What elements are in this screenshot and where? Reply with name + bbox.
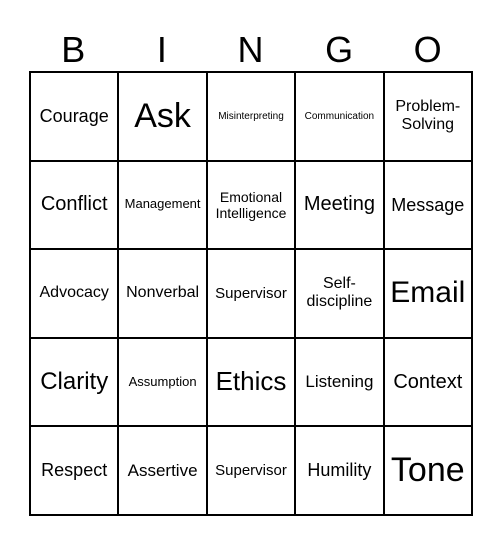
bingo-cell[interactable]: Meeting xyxy=(296,161,383,249)
bingo-cell[interactable]: Problem- Solving xyxy=(384,73,471,160)
bingo-cell[interactable]: Communication xyxy=(296,73,383,160)
bingo-cell[interactable]: Message xyxy=(384,161,471,249)
header-letter-b: B xyxy=(61,29,86,70)
bingo-cell[interactable]: Advocacy xyxy=(31,250,118,337)
bingo-cell[interactable]: Ethics xyxy=(207,338,295,426)
header-letter-g: G xyxy=(325,29,354,70)
bingo-cell[interactable]: Ask xyxy=(119,73,206,160)
bingo-cell[interactable]: Supervisor xyxy=(207,427,295,514)
bingo-cell[interactable]: Respect xyxy=(31,427,118,514)
header-letter-o: O xyxy=(413,29,442,70)
bingo-cell[interactable]: Tone xyxy=(384,427,471,514)
bingo-cell[interactable]: Context xyxy=(384,338,471,426)
bingo-cell[interactable]: Email xyxy=(384,250,471,337)
bingo-cell[interactable]: Assertive xyxy=(119,427,206,514)
bingo-cell[interactable]: Humility xyxy=(296,427,383,514)
bingo-cell[interactable]: Assumption xyxy=(119,338,206,426)
bingo-cell[interactable]: Emotional Intelligence xyxy=(207,161,295,249)
header-letter-n: N xyxy=(237,29,264,70)
bingo-cell[interactable]: Management xyxy=(119,161,206,249)
header-letter-i: I xyxy=(156,29,167,70)
bingo-cell[interactable]: Self- discipline xyxy=(296,250,383,337)
bingo-cell[interactable]: Misinterpreting xyxy=(207,73,295,160)
bingo-header: B I N G O xyxy=(29,30,473,70)
bingo-cell[interactable]: Conflict xyxy=(31,161,118,249)
bingo-cell[interactable]: Nonverbal xyxy=(119,250,206,337)
bingo-cell[interactable]: Listening xyxy=(296,338,383,426)
bingo-cell[interactable]: Courage xyxy=(31,73,118,160)
bingo-card-grid: Courage Ask Misinterpreting Communicatio… xyxy=(29,71,473,516)
bingo-cell[interactable]: Supervisor xyxy=(207,250,295,337)
bingo-cell[interactable]: Clarity xyxy=(31,338,118,426)
